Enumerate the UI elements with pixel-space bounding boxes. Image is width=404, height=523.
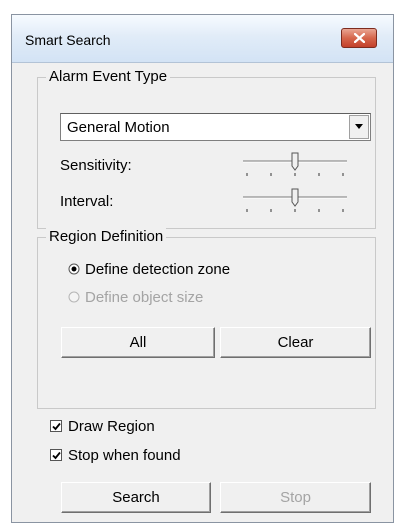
slider-track-graphic (243, 188, 347, 212)
checkbox-box (50, 449, 62, 461)
define-detection-zone-label: Define detection zone (85, 261, 231, 278)
slider-thumb[interactable] (291, 152, 299, 171)
slider-thumb[interactable] (291, 188, 299, 207)
checkmark-icon (52, 451, 61, 460)
title-bar[interactable]: Smart Search (12, 15, 393, 63)
checkbox-box (50, 420, 62, 432)
interval-slider[interactable] (239, 187, 351, 215)
chevron-down-icon (355, 124, 363, 129)
close-button[interactable] (341, 28, 377, 48)
radio-unselected-icon (68, 291, 80, 303)
smart-search-window: Smart Search Alarm Event Type General Mo… (11, 14, 394, 523)
interval-label: Interval: (60, 193, 114, 210)
stop-button[interactable]: Stop (220, 482, 371, 513)
window-title: Smart Search (25, 32, 111, 48)
alarm-event-type-legend: Alarm Event Type (46, 68, 171, 86)
all-button[interactable]: All (61, 327, 215, 358)
draw-region-label: Draw Region (68, 418, 155, 435)
slider-track-graphic (243, 152, 347, 176)
checkmark-icon (52, 422, 61, 431)
stop-when-found-label: Stop when found (68, 447, 181, 464)
radio-selected-icon (68, 263, 80, 275)
close-icon (354, 33, 365, 43)
sensitivity-slider[interactable] (239, 151, 351, 179)
event-type-select[interactable]: General Motion (60, 113, 371, 141)
event-type-value: General Motion (67, 119, 170, 136)
clear-button[interactable]: Clear (220, 327, 371, 358)
dropdown-arrow-button[interactable] (349, 115, 369, 139)
region-definition-legend: Region Definition (46, 228, 167, 246)
search-button[interactable]: Search (61, 482, 211, 513)
sensitivity-label: Sensitivity: (60, 157, 132, 174)
define-object-size-label: Define object size (85, 289, 204, 306)
